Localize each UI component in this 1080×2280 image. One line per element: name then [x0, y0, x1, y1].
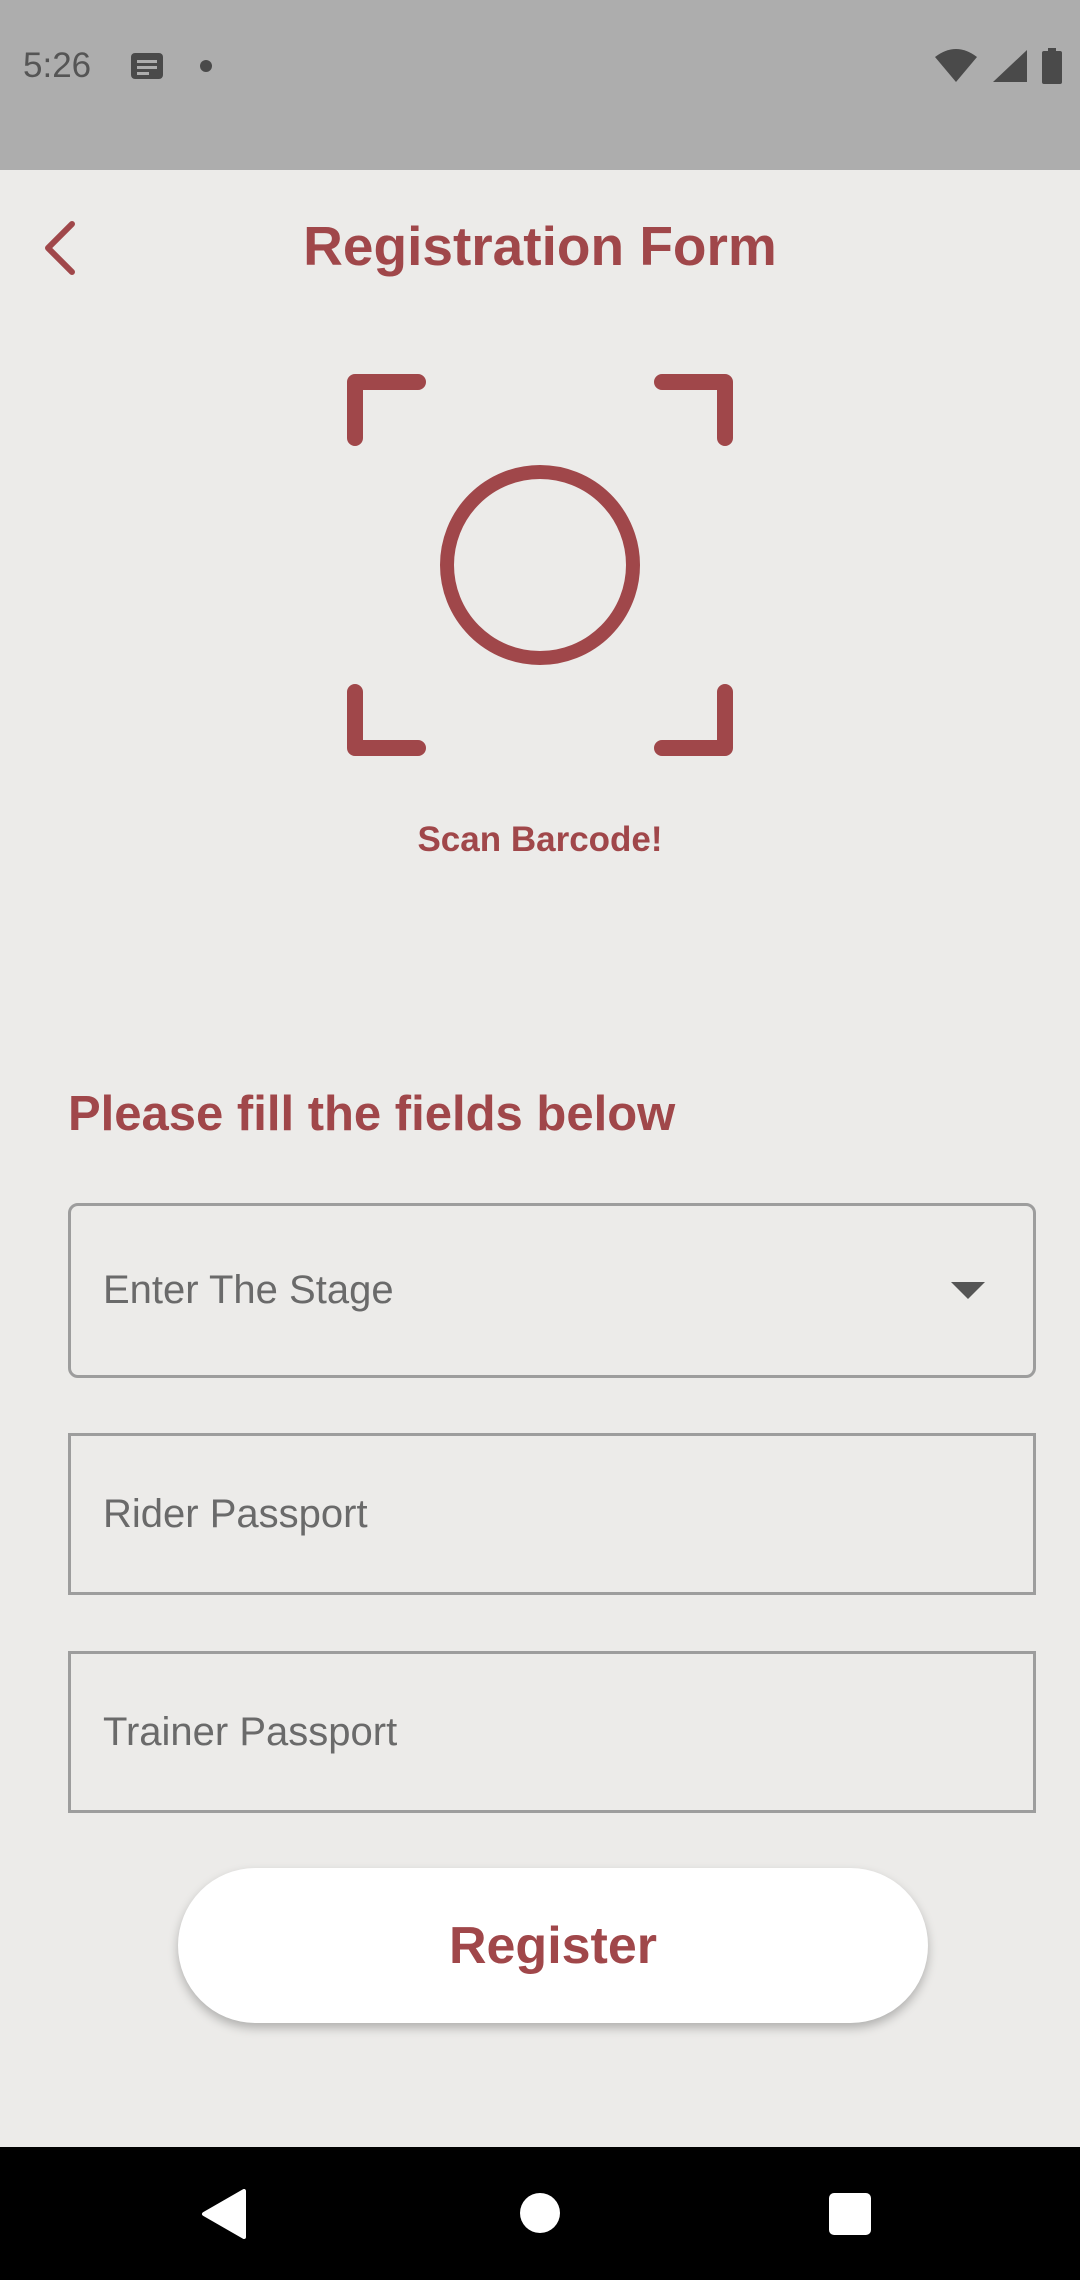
- dropdown-arrow-icon: [951, 1282, 985, 1305]
- back-triangle-icon[interactable]: [200, 2189, 248, 2244]
- form-heading: Please fill the fields below: [68, 1087, 676, 1141]
- battery-icon: [1042, 48, 1062, 89]
- status-time: 5:26: [23, 46, 92, 85]
- scan-barcode-label: Scan Barcode!: [417, 820, 663, 859]
- stage-dropdown[interactable]: Enter The Stage: [68, 1203, 1036, 1378]
- navigation-bar: [0, 2147, 1080, 2280]
- trainer-passport-input[interactable]: [103, 1654, 1001, 1810]
- stage-dropdown-placeholder: Enter The Stage: [103, 1268, 394, 1312]
- dot-icon: [200, 60, 212, 72]
- barcode-scanner-icon: [345, 374, 735, 764]
- wifi-icon: [934, 49, 978, 88]
- notification-icon: [130, 52, 164, 85]
- page-title: Registration Form: [303, 215, 777, 277]
- status-bar: 5:26: [0, 0, 1080, 170]
- trainer-passport-field[interactable]: [68, 1651, 1036, 1813]
- rider-passport-field[interactable]: [68, 1433, 1036, 1595]
- recents-square-icon[interactable]: [829, 2193, 871, 2235]
- signal-icon: [992, 49, 1028, 88]
- register-button[interactable]: Register: [178, 1868, 928, 2023]
- rider-passport-input[interactable]: [103, 1436, 1001, 1592]
- scan-barcode-button[interactable]: [345, 370, 735, 760]
- home-circle-icon[interactable]: [520, 2193, 560, 2233]
